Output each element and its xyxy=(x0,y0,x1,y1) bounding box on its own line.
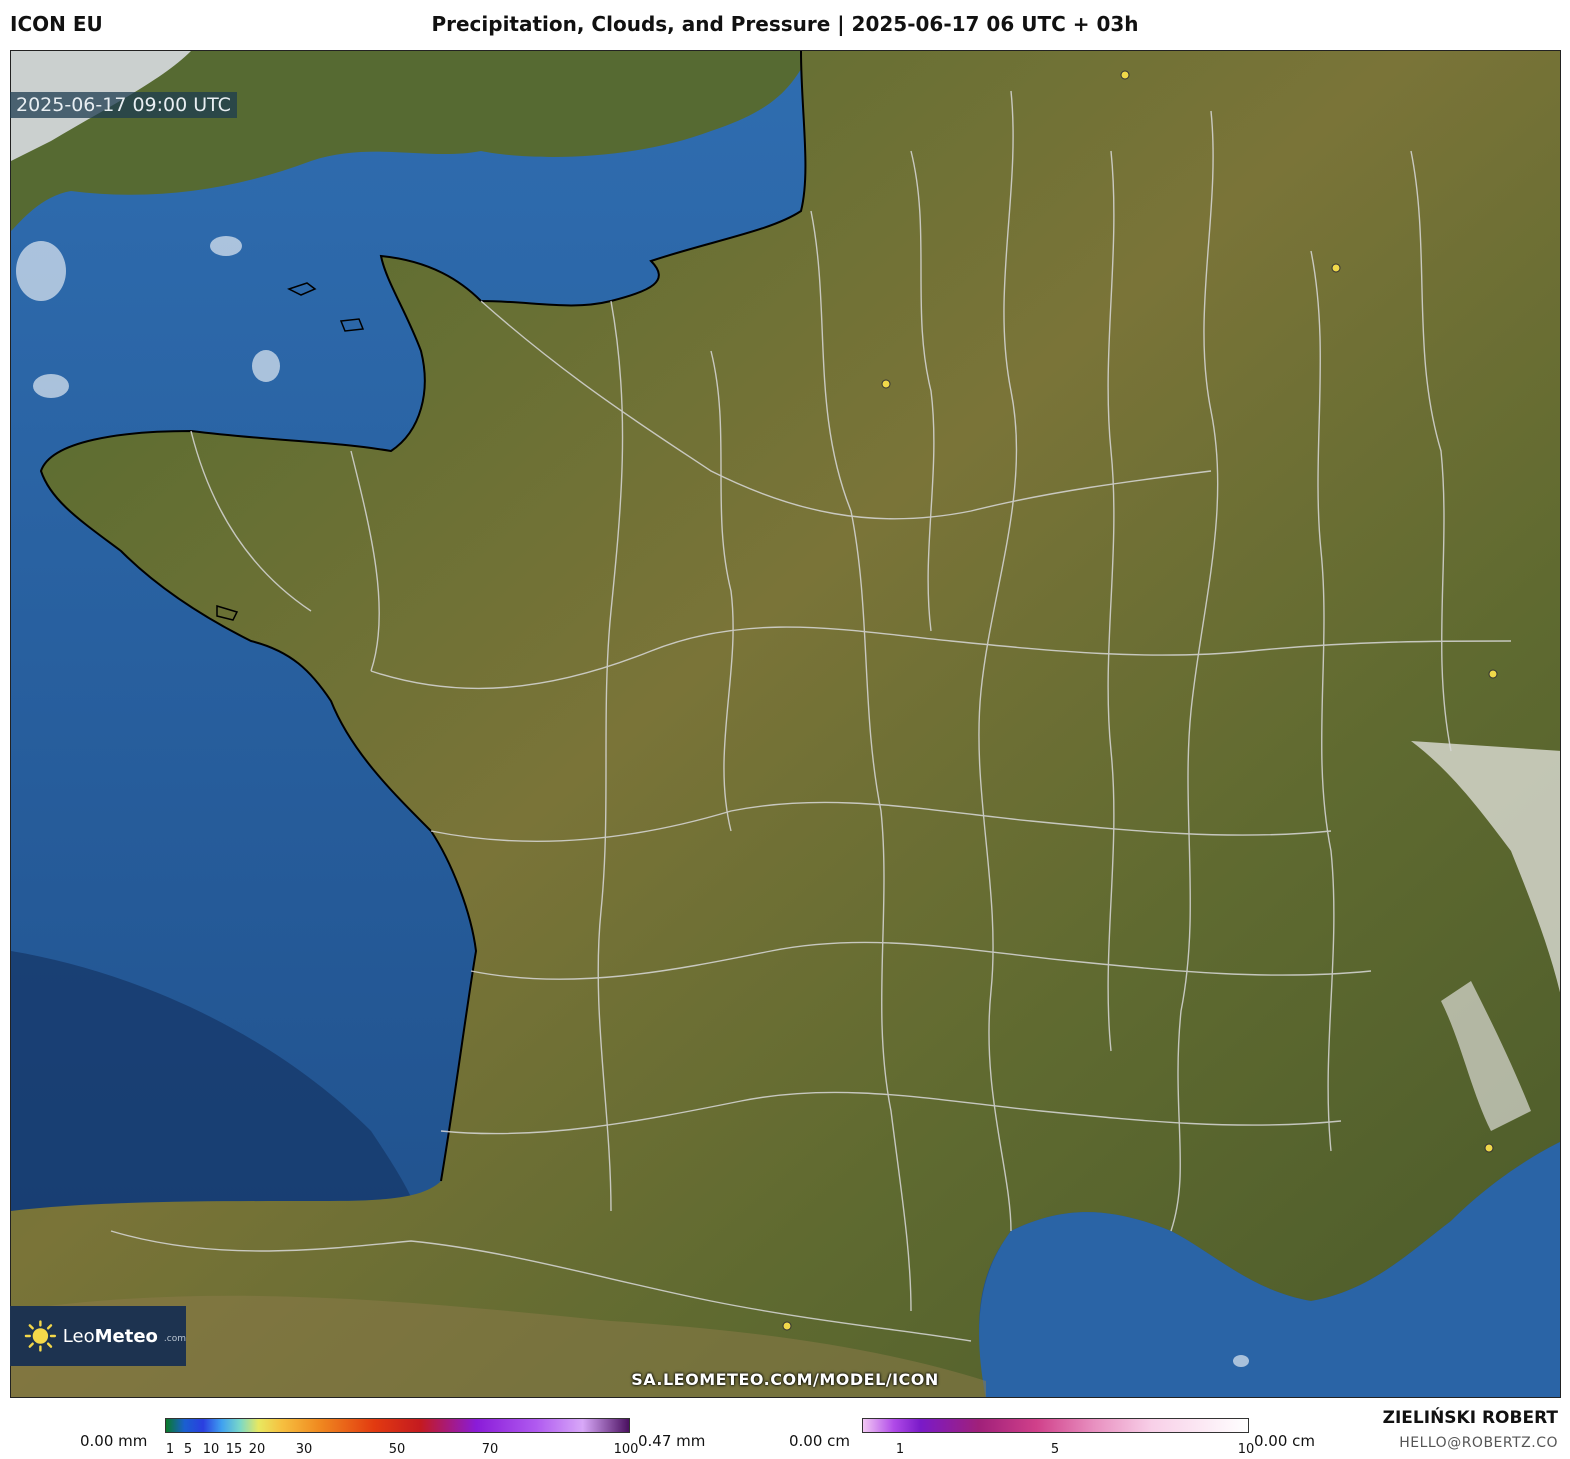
snow-tick: 1 xyxy=(895,1442,905,1457)
snow-tick: 10 xyxy=(1237,1442,1255,1457)
precip-tick: 1 xyxy=(165,1442,175,1457)
precip-colorbar xyxy=(165,1418,630,1433)
map-canvas xyxy=(11,51,1560,1397)
precip-max-label: 0.47 mm xyxy=(638,1432,706,1450)
precip-min-label: 0.00 mm xyxy=(80,1432,148,1450)
city-dot-icon[interactable] xyxy=(782,1321,792,1331)
precip-tick: 100 xyxy=(613,1442,639,1457)
logo-suffix: .com xyxy=(163,1334,186,1344)
snow-min-label: 0.00 cm xyxy=(789,1432,851,1450)
city-dot-icon[interactable] xyxy=(1488,669,1498,679)
precip-tick: 10 xyxy=(202,1442,220,1457)
source-url[interactable]: SA.LEOMETEO.COM/MODEL/ICON xyxy=(0,1370,1570,1389)
logo-text: LeoMeteo xyxy=(62,1325,158,1347)
map-title: Precipitation, Clouds, and Pressure | 20… xyxy=(431,12,1139,36)
city-dot-icon[interactable] xyxy=(1331,263,1341,273)
city-dot-icon[interactable] xyxy=(1484,1143,1494,1153)
leometeo-logo[interactable]: LeoMeteo .com xyxy=(10,1306,186,1366)
precip-tick: 20 xyxy=(248,1442,266,1457)
city-dot-icon[interactable] xyxy=(1120,70,1130,80)
precip-tick: 15 xyxy=(225,1442,243,1457)
snow-tick: 5 xyxy=(1050,1442,1060,1457)
weather-map[interactable] xyxy=(10,50,1561,1398)
precip-tick: 70 xyxy=(481,1442,499,1457)
precip-tick: 5 xyxy=(183,1442,193,1457)
snow-colorbar xyxy=(862,1418,1249,1433)
author-email[interactable]: HELLO@ROBERTZ.CO xyxy=(1399,1435,1558,1451)
author-name: ZIELIŃSKI ROBERT xyxy=(1382,1408,1558,1428)
city-dot-icon[interactable] xyxy=(881,379,891,389)
sun-icon xyxy=(24,1320,57,1352)
valid-time-stamp: 2025-06-17 09:00 UTC xyxy=(10,92,237,118)
precip-tick: 50 xyxy=(388,1442,406,1457)
snow-max-label: 0.00 cm xyxy=(1254,1432,1316,1450)
precip-tick: 30 xyxy=(295,1442,313,1457)
